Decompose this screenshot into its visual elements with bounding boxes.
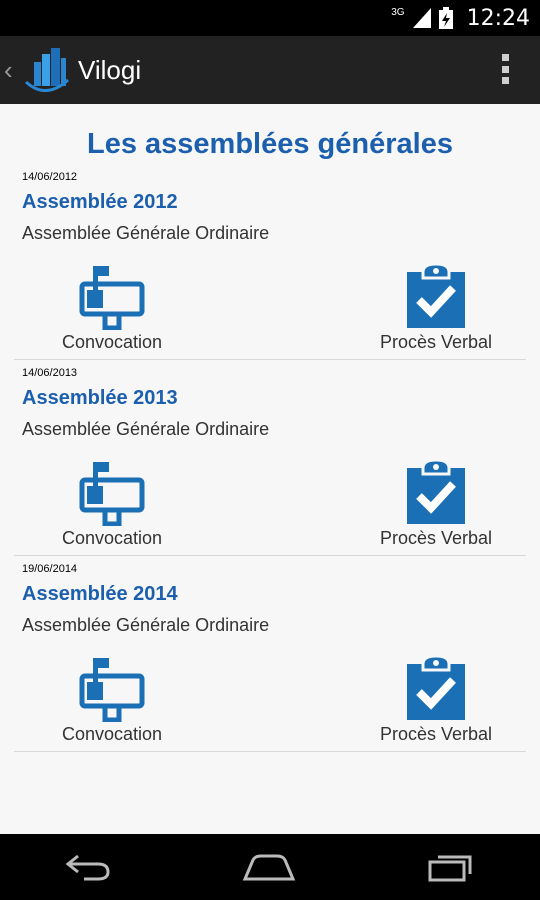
signal-icon (412, 8, 431, 28)
mailbox-icon (79, 462, 145, 526)
assembly-type: Assemblée Générale Ordinaire (22, 419, 270, 439)
clipboard-check-icon (407, 264, 465, 328)
navigation-bar (0, 834, 540, 900)
assembly-name: Assemblée 2012 (22, 191, 178, 213)
network-type: 3G (391, 6, 405, 18)
clipboard-check-icon (407, 460, 465, 524)
assembly-date: 14/06/2013 (22, 367, 78, 379)
content: Les assemblées générales 14/06/2012 Asse… (0, 104, 540, 834)
proces-verbal-button[interactable]: Procès Verbal (356, 264, 516, 354)
status-bar: 3G 12:24 (0, 0, 540, 36)
convocation-button[interactable]: Convocation (32, 460, 192, 550)
assembly-date: 19/06/2014 (22, 563, 78, 575)
convocation-button[interactable]: Convocation (32, 264, 192, 354)
home-icon[interactable] (241, 852, 297, 882)
app-title: Vilogi (78, 54, 142, 85)
overflow-menu-icon[interactable] (502, 54, 510, 84)
proces-verbal-button[interactable]: Procès Verbal (356, 656, 516, 746)
assembly-type: Assemblée Générale Ordinaire (22, 615, 270, 635)
assembly-item: 14/06/2012 Assemblée 2012 Assemblée Géné… (14, 164, 526, 360)
proces-verbal-button[interactable]: Procès Verbal (356, 460, 516, 550)
assembly-item: 14/06/2013 Assemblée 2013 Assemblée Géné… (14, 360, 526, 556)
assembly-name: Assemblée 2014 (22, 583, 178, 605)
up-chevron-icon[interactable]: ‹ (4, 55, 18, 86)
action-bar: ‹ Vilogi (0, 36, 540, 104)
back-icon[interactable] (64, 852, 112, 882)
assembly-item: 19/06/2014 Assemblée 2014 Assemblée Géné… (14, 556, 526, 752)
battery-icon (438, 7, 453, 29)
assembly-name: Assemblée 2013 (22, 387, 178, 409)
page-title: Les assemblées générales (87, 128, 453, 160)
assembly-date: 14/06/2012 (22, 171, 78, 183)
recent-apps-icon[interactable] (426, 852, 476, 882)
convocation-button[interactable]: Convocation (32, 656, 192, 746)
assembly-type: Assemblée Générale Ordinaire (22, 223, 270, 243)
convocation-label: Convocation (61, 528, 163, 548)
convocation-label: Convocation (61, 332, 163, 352)
convocation-label: Convocation (61, 724, 163, 744)
app-logo-icon[interactable] (20, 44, 72, 96)
pv-label: Procès Verbal (379, 528, 493, 548)
clock: 12:24 (466, 5, 530, 31)
mailbox-icon (79, 658, 145, 722)
mailbox-icon (79, 266, 145, 330)
pv-label: Procès Verbal (379, 724, 493, 744)
clipboard-check-icon (407, 656, 465, 720)
pv-label: Procès Verbal (379, 332, 493, 352)
